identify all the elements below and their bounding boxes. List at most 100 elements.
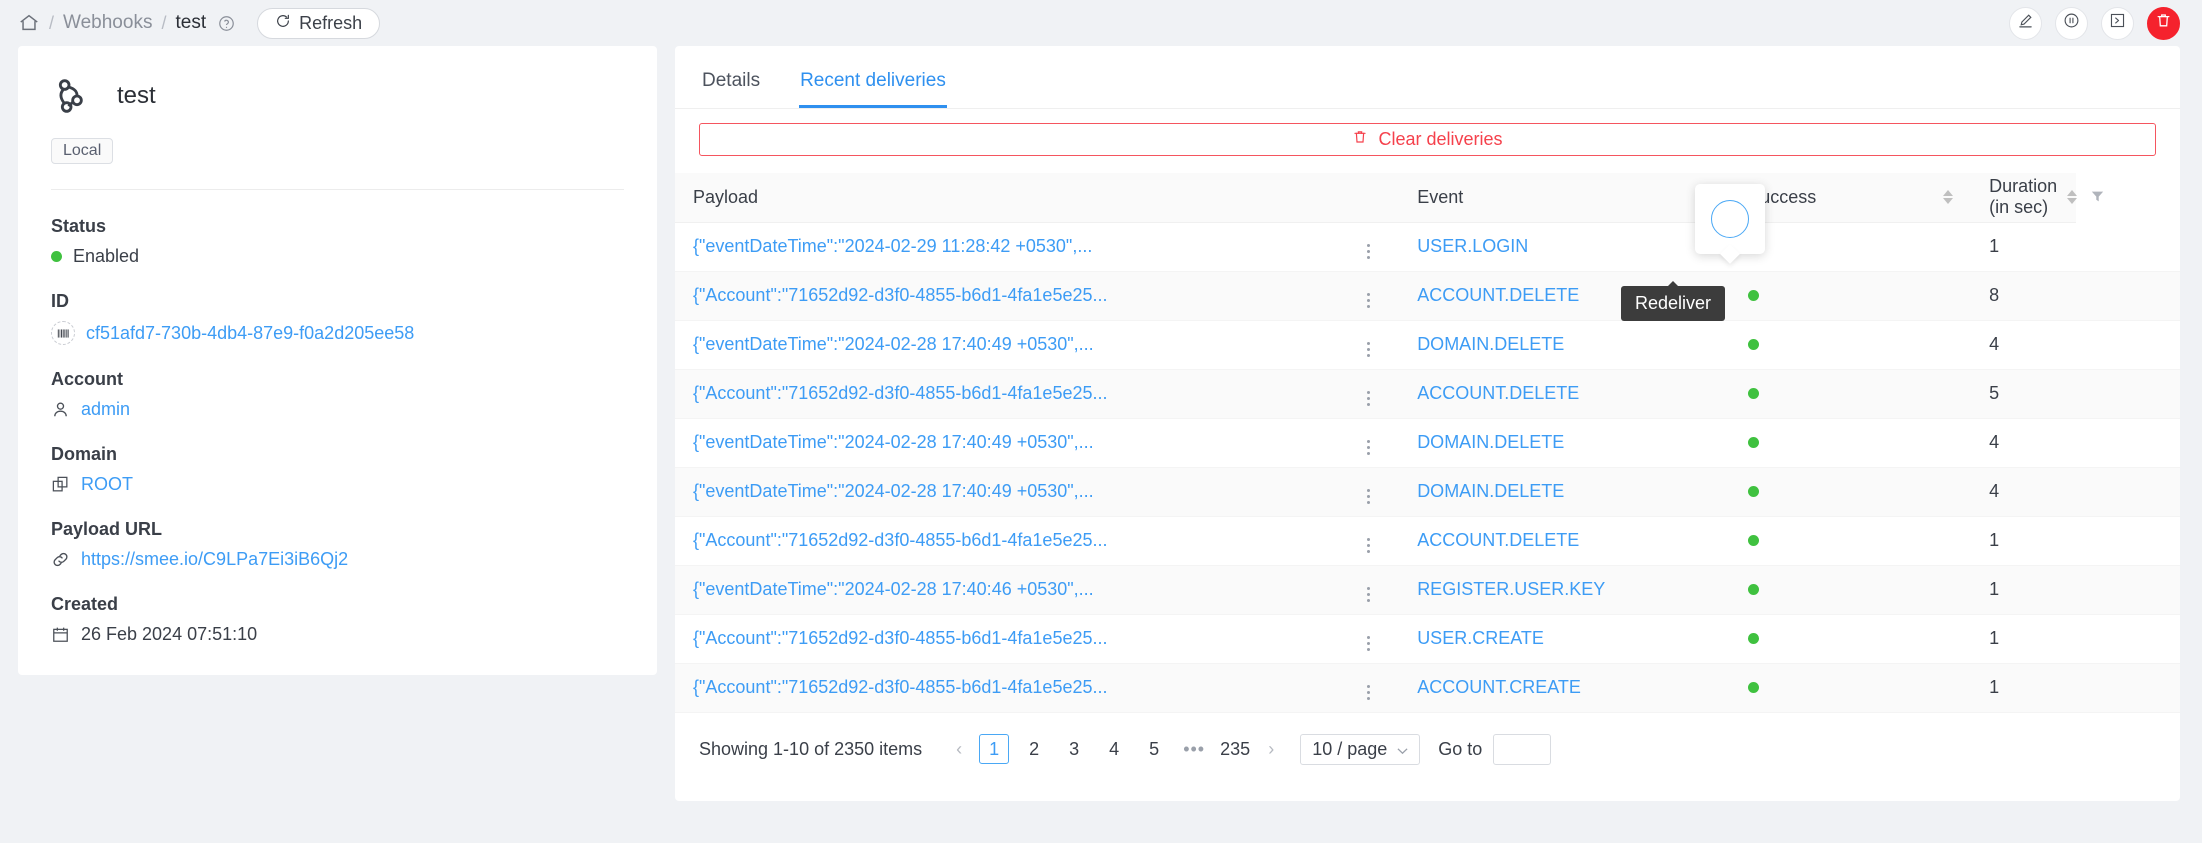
event-link[interactable]: ACCOUNT.DELETE: [1417, 530, 1579, 550]
column-header-duration[interactable]: Duration (in sec): [1971, 173, 2075, 222]
field-value: ROOT: [51, 474, 624, 495]
cell-event: USER.CREATE: [1399, 614, 1730, 663]
filter-icon[interactable]: [2091, 187, 2104, 208]
cell-payload: {"Account":"71652d92-d3f0-4855-b6d1-4fa1…: [675, 516, 1337, 565]
payload-link[interactable]: {"eventDateTime":"2024-02-28 17:40:49 +0…: [693, 334, 1094, 354]
clear-deliveries-button[interactable]: Clear deliveries: [699, 123, 2156, 156]
event-link[interactable]: DOMAIN.DELETE: [1417, 432, 1564, 452]
event-link[interactable]: DOMAIN.DELETE: [1417, 481, 1564, 501]
breadcrumb-webhooks[interactable]: Webhooks: [63, 12, 152, 34]
table-row[interactable]: {"Account":"71652d92-d3f0-4855-b6d1-4fa1…: [675, 516, 2180, 565]
pagination-next[interactable]: ›: [1256, 739, 1286, 760]
cell-success: [1730, 320, 1971, 369]
cell-actions: [1337, 467, 1399, 516]
table-row[interactable]: {"Account":"71652d92-d3f0-4855-b6d1-4fa1…: [675, 369, 2180, 418]
event-link[interactable]: USER.CREATE: [1417, 628, 1544, 648]
payload-link[interactable]: {"Account":"71652d92-d3f0-4855-b6d1-4fa1…: [693, 530, 1108, 550]
help-circle-icon[interactable]: [218, 15, 235, 32]
redeliver-popover: [1695, 184, 1765, 254]
cell-duration: 1: [1971, 663, 2075, 712]
column-header-payload[interactable]: Payload: [675, 173, 1337, 222]
payload-link[interactable]: {"eventDateTime":"2024-02-29 11:28:42 +0…: [693, 236, 1092, 256]
webhook-id-link[interactable]: cf51afd7-730b-4db4-87e9-f0a2d205ee58: [86, 323, 414, 344]
tab-details[interactable]: Details: [701, 70, 761, 108]
refresh-button[interactable]: Refresh: [257, 8, 380, 39]
table-row[interactable]: {"eventDateTime":"2024-02-28 17:40:49 +0…: [675, 467, 2180, 516]
cell-spacer: [2076, 369, 2180, 418]
pagination-page-2[interactable]: 2: [1019, 734, 1049, 764]
more-options-icon[interactable]: [1357, 289, 1379, 311]
sort-icon[interactable]: [2067, 190, 2077, 204]
field-value: https://smee.io/C9LPa7Ei3iB6Qj2: [51, 549, 624, 570]
payload-link[interactable]: {"Account":"71652d92-d3f0-4855-b6d1-4fa1…: [693, 383, 1108, 403]
success-dot-icon: [1748, 388, 1759, 399]
more-options-icon[interactable]: [1357, 681, 1379, 703]
pause-button[interactable]: [2055, 7, 2088, 40]
event-link[interactable]: ACCOUNT.CREATE: [1417, 677, 1581, 697]
pagination: Showing 1-10 of 2350 items ‹ 1 2 3 4 5 •…: [675, 713, 2180, 765]
deliveries-panel: Details Recent deliveries Clear deliveri…: [675, 46, 2180, 801]
event-link[interactable]: ACCOUNT.DELETE: [1417, 383, 1579, 403]
event-link[interactable]: DOMAIN.DELETE: [1417, 334, 1564, 354]
payload-link[interactable]: {"Account":"71652d92-d3f0-4855-b6d1-4fa1…: [693, 677, 1108, 697]
event-link[interactable]: REGISTER.USER.KEY: [1417, 579, 1605, 599]
payload-link[interactable]: {"Account":"71652d92-d3f0-4855-b6d1-4fa1…: [693, 285, 1108, 305]
event-link[interactable]: ACCOUNT.DELETE: [1417, 285, 1579, 305]
table-row[interactable]: {"eventDateTime":"2024-02-29 11:28:42 +0…: [675, 222, 2180, 271]
pagination-ellipsis[interactable]: •••: [1179, 739, 1209, 760]
cell-payload: {"Account":"71652d92-d3f0-4855-b6d1-4fa1…: [675, 663, 1337, 712]
field-value: Enabled: [51, 246, 624, 267]
table-row[interactable]: {"Account":"71652d92-d3f0-4855-b6d1-4fa1…: [675, 271, 2180, 320]
cell-actions: [1337, 516, 1399, 565]
domain-link[interactable]: ROOT: [81, 474, 133, 495]
delete-button[interactable]: [2147, 7, 2180, 40]
test-button[interactable]: [2101, 7, 2134, 40]
more-options-icon[interactable]: [1357, 387, 1379, 409]
divider: [51, 189, 624, 190]
payload-url-link[interactable]: https://smee.io/C9LPa7Ei3iB6Qj2: [81, 549, 348, 570]
payload-link[interactable]: {"Account":"71652d92-d3f0-4855-b6d1-4fa1…: [693, 628, 1108, 648]
payload-link[interactable]: {"eventDateTime":"2024-02-28 17:40:49 +0…: [693, 432, 1094, 452]
edit-button[interactable]: [2009, 7, 2042, 40]
table-row[interactable]: {"eventDateTime":"2024-02-28 17:40:46 +0…: [675, 565, 2180, 614]
payload-link[interactable]: {"eventDateTime":"2024-02-28 17:40:46 +0…: [693, 579, 1094, 599]
account-link[interactable]: admin: [81, 399, 130, 420]
home-icon[interactable]: [18, 12, 40, 34]
cell-duration: 1: [1971, 516, 2075, 565]
table-row[interactable]: {"eventDateTime":"2024-02-28 17:40:49 +0…: [675, 320, 2180, 369]
pagination-summary: Showing 1-10 of 2350 items: [699, 739, 922, 760]
webhook-icon: [51, 76, 91, 116]
payload-link[interactable]: {"eventDateTime":"2024-02-28 17:40:49 +0…: [693, 481, 1094, 501]
tab-recent-deliveries[interactable]: Recent deliveries: [799, 70, 947, 108]
cell-success: [1730, 663, 1971, 712]
goto-input[interactable]: [1493, 734, 1551, 765]
page-size-select[interactable]: 10 / page: [1300, 734, 1420, 765]
more-options-icon[interactable]: [1357, 240, 1379, 262]
column-header-success[interactable]: Success: [1730, 173, 1971, 222]
pagination-page-1[interactable]: 1: [979, 734, 1009, 764]
trash-icon: [1352, 129, 1368, 150]
redeliver-button[interactable]: [1711, 200, 1749, 238]
user-icon: [51, 400, 70, 419]
sort-icon[interactable]: [1943, 190, 1953, 204]
more-options-icon[interactable]: [1357, 485, 1379, 507]
cell-payload: {"eventDateTime":"2024-02-28 17:40:49 +0…: [675, 467, 1337, 516]
field-value: admin: [51, 399, 624, 420]
more-options-icon[interactable]: [1357, 583, 1379, 605]
pagination-page-3[interactable]: 3: [1059, 734, 1089, 764]
more-options-icon[interactable]: [1357, 632, 1379, 654]
more-options-icon[interactable]: [1357, 534, 1379, 556]
table-row[interactable]: {"eventDateTime":"2024-02-28 17:40:49 +0…: [675, 418, 2180, 467]
pagination-page-5[interactable]: 5: [1139, 734, 1169, 764]
table-row[interactable]: {"Account":"71652d92-d3f0-4855-b6d1-4fa1…: [675, 663, 2180, 712]
success-dot-icon: [1748, 290, 1759, 301]
more-options-icon[interactable]: [1357, 436, 1379, 458]
event-link[interactable]: USER.LOGIN: [1417, 236, 1528, 256]
column-header-event[interactable]: Event: [1399, 173, 1730, 222]
more-options-icon[interactable]: [1357, 338, 1379, 360]
cell-payload: {"eventDateTime":"2024-02-29 11:28:42 +0…: [675, 222, 1337, 271]
table-row[interactable]: {"Account":"71652d92-d3f0-4855-b6d1-4fa1…: [675, 614, 2180, 663]
pagination-page-4[interactable]: 4: [1099, 734, 1129, 764]
pagination-page-last[interactable]: 235: [1219, 734, 1251, 764]
pagination-prev[interactable]: ‹: [944, 739, 974, 760]
